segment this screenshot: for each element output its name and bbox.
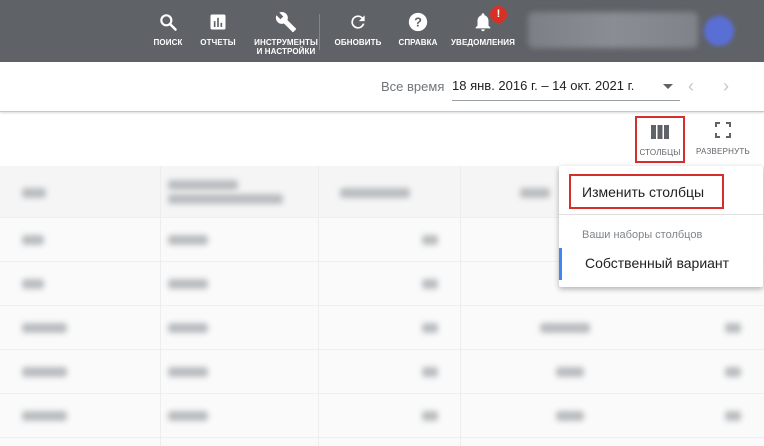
wrench-icon [251, 10, 321, 34]
columns-button[interactable]: СТОЛБЦЫ [635, 116, 685, 163]
help-button[interactable]: ? СПРАВКА [383, 10, 453, 47]
columns-icon [637, 125, 683, 144]
edit-columns-item[interactable]: Изменить столбцы [569, 174, 724, 209]
columns-label: СТОЛБЦЫ [639, 148, 681, 157]
notifications-button[interactable]: ! УВЕДОМЛЕНИЯ [448, 6, 518, 47]
table-row [0, 350, 764, 394]
bar-chart-icon [183, 10, 253, 34]
custom-column-set-item[interactable]: Собственный вариант [559, 248, 763, 280]
next-period-button[interactable]: › [723, 76, 729, 97]
tools-settings-button[interactable]: ИНСТРУМЕНТЫ И НАСТРОЙКИ [251, 10, 321, 56]
date-range-picker[interactable]: 18 янв. 2016 г. – 14 окт. 2021 г. [452, 78, 634, 93]
date-range-bar: Все время 18 янв. 2016 г. – 14 окт. 2021… [0, 62, 764, 112]
table-row [0, 306, 764, 350]
account-info[interactable] [528, 12, 698, 48]
prev-period-button[interactable]: ‹ [688, 76, 694, 97]
columns-menu: Изменить столбцы Ваши наборы столбцов Со… [559, 166, 763, 287]
reports-button[interactable]: ОТЧЕТЫ [183, 10, 253, 47]
column-divider [318, 166, 319, 446]
menu-divider [559, 214, 763, 215]
reports-label: ОТЧЕТЫ [200, 38, 236, 47]
top-app-bar: ПОИСК ОТЧЕТЫ ИНСТРУМЕНТЫ И НАСТРОЙКИ ОБН… [0, 0, 764, 62]
tools-settings-label: ИНСТРУМЕНТЫ И НАСТРОЙКИ [254, 38, 318, 56]
bell-icon [448, 10, 518, 34]
date-range-preset-label: Все время [381, 79, 445, 94]
date-range-underline [452, 100, 680, 101]
column-divider [160, 166, 161, 446]
table-row [0, 394, 764, 438]
column-sets-heading: Ваши наборы столбцов [582, 229, 703, 241]
fullscreen-icon [694, 122, 752, 143]
notifications-label: УВЕДОМЛЕНИЯ [450, 38, 515, 47]
notification-badge: ! [490, 6, 507, 23]
chevron-down-icon[interactable] [663, 84, 673, 89]
topbar-divider [319, 14, 320, 50]
avatar[interactable] [704, 16, 734, 46]
expand-button[interactable]: РАЗВЕРНУТЬ [694, 122, 752, 156]
svg-text:?: ? [414, 15, 422, 30]
help-icon: ? [383, 10, 453, 34]
help-label: СПРАВКА [398, 38, 438, 47]
column-divider [460, 166, 461, 446]
expand-label: РАЗВЕРНУТЬ [696, 147, 750, 156]
